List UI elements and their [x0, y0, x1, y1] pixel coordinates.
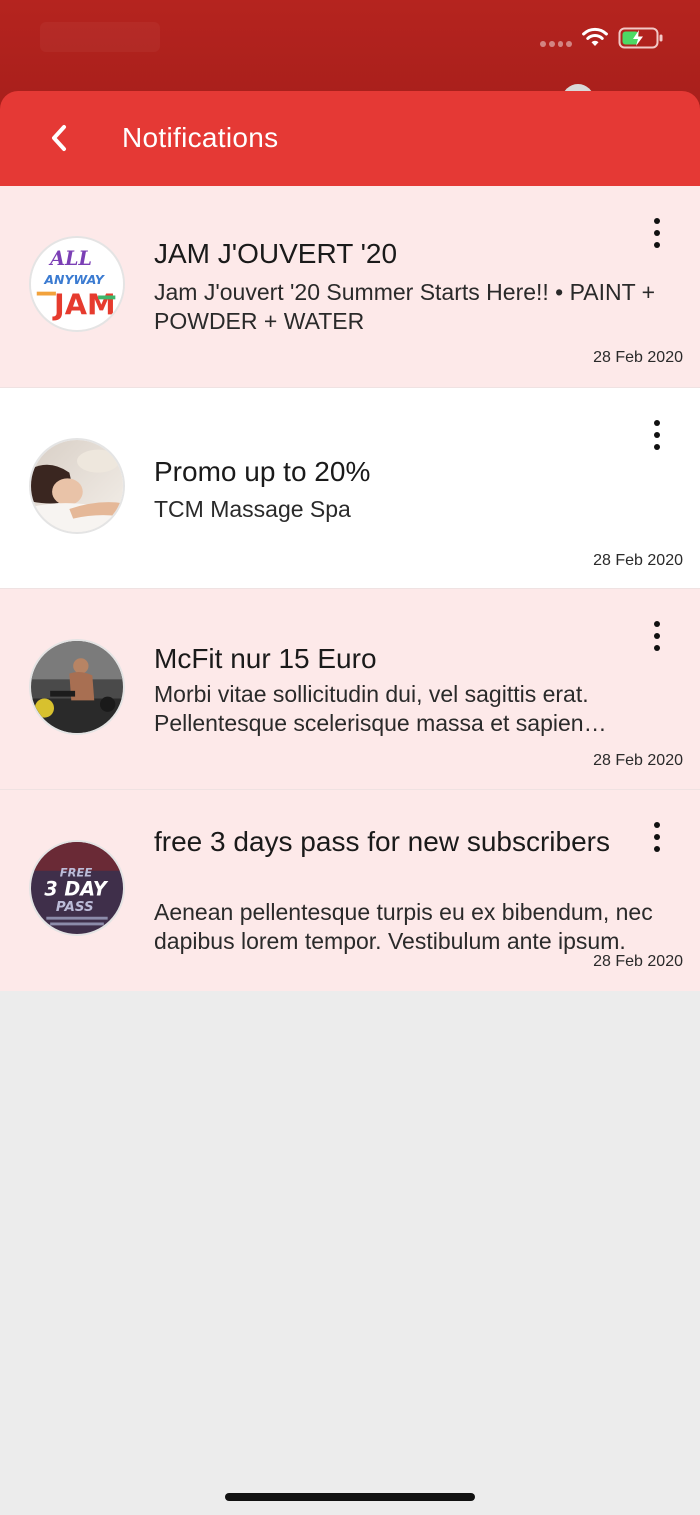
- notification-avatar: [29, 438, 125, 534]
- notification-item[interactable]: Promo up to 20% TCM Massage Spa 28 Feb 2…: [0, 388, 700, 589]
- gym-workout-photo: [31, 641, 123, 733]
- notification-title: Promo up to 20%: [154, 456, 371, 487]
- more-vert-icon: [654, 420, 660, 426]
- svg-text:PASS: PASS: [56, 900, 94, 915]
- notification-body: Morbi vitae sollicitudin dui, vel sagitt…: [154, 681, 589, 736]
- svg-text:ANYWAY: ANYWAY: [43, 272, 106, 287]
- massage-spa-photo: [31, 440, 123, 532]
- home-indicator: [225, 1493, 475, 1501]
- notification-item[interactable]: McFit nur 15 Euro Morbi vitae sollicitud…: [0, 589, 700, 790]
- more-options-button[interactable]: [641, 822, 673, 852]
- svg-text:JAM: JAM: [52, 288, 116, 322]
- more-options-button[interactable]: [641, 621, 673, 651]
- chevron-left-icon: [52, 125, 66, 151]
- notification-date: 28 Feb 2020: [593, 752, 683, 769]
- wifi-icon: [582, 27, 608, 46]
- notification-title: free 3 days pass for new subscribers: [154, 826, 610, 857]
- notification-date: 28 Feb 2020: [593, 953, 683, 970]
- notification-title: McFit nur 15 Euro: [154, 643, 377, 674]
- notification-avatar: FREE 3 DAY PASS: [29, 840, 125, 936]
- battery-charging-icon: [618, 27, 663, 49]
- jam-jouvert-logo-image: ALL ANYWAY JAM: [31, 238, 123, 330]
- notification-date: 28 Feb 2020: [593, 552, 683, 569]
- notification-avatar: ALL ANYWAY JAM: [29, 236, 125, 332]
- svg-text:ALL: ALL: [48, 247, 92, 270]
- notification-date: 28 Feb 2020: [593, 349, 683, 366]
- status-bar-time-area: [40, 22, 160, 52]
- app-header: Notifications: [0, 91, 700, 186]
- signal-dots-icon: [540, 41, 572, 47]
- svg-text:3 DAY: 3 DAY: [44, 878, 109, 901]
- notification-list: ALL ANYWAY JAM JAM J'OUVERT '20 Jam J'ou…: [0, 186, 700, 991]
- notification-body: Aenean pellentesque turpis eu ex bibendu…: [154, 899, 653, 954]
- more-vert-icon: [654, 218, 660, 224]
- notification-body: Jam J'ouvert '20 Summer Starts Here!! • …: [154, 279, 656, 334]
- notification-item[interactable]: FREE 3 DAY PASS free 3 days pass for new…: [0, 790, 700, 991]
- notification-body: TCM Massage Spa: [154, 496, 351, 522]
- more-vert-icon: [654, 822, 660, 828]
- three-day-pass-poster: FREE 3 DAY PASS: [31, 842, 123, 934]
- notification-title: JAM J'OUVERT '20: [154, 238, 398, 269]
- notification-avatar: [29, 639, 125, 735]
- back-button[interactable]: [36, 115, 82, 161]
- page-title: Notifications: [122, 122, 279, 153]
- more-options-button[interactable]: [641, 218, 673, 248]
- more-options-button[interactable]: [641, 420, 673, 450]
- notification-item[interactable]: ALL ANYWAY JAM JAM J'OUVERT '20 Jam J'ou…: [0, 186, 700, 388]
- more-vert-icon: [654, 621, 660, 627]
